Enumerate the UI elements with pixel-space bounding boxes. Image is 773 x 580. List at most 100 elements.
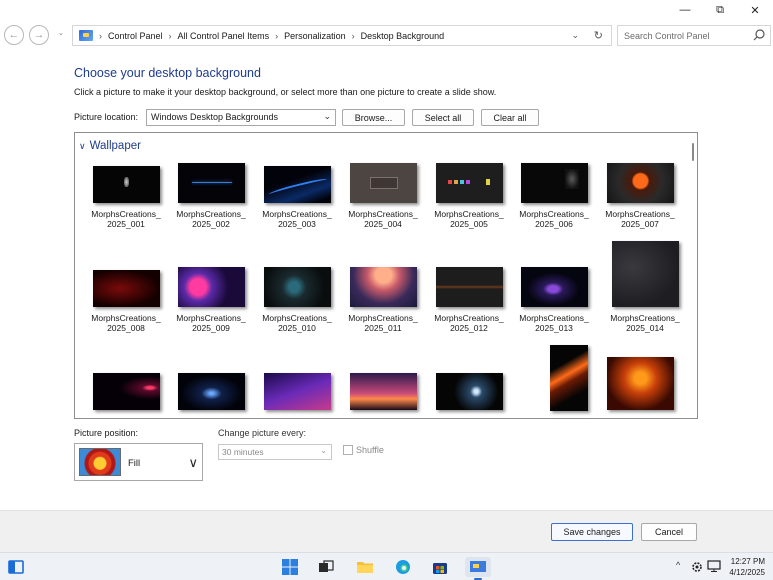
task-view-button[interactable] [316,557,336,577]
control-panel-icon [79,30,93,41]
search-icon[interactable] [752,28,766,42]
control-panel-icon [470,561,486,572]
forward-button[interactable]: → [29,25,49,45]
wallpaper-tile[interactable]: MorphsCreations_ 2025_004 [343,163,423,229]
wallpaper-thumbnail[interactable] [263,373,331,410]
wallpaper-thumbnail[interactable] [606,357,674,410]
wallpaper-caption: MorphsCreations_ 2025_008 [91,313,161,333]
scrollbar-thumb[interactable] [692,143,694,161]
taskbar: ^ 12:27 PM 4/12/2025 [0,552,773,580]
wallpaper-thumbnail[interactable] [92,166,160,203]
system-clock[interactable]: 12:27 PM 4/12/2025 [729,556,765,578]
breadcrumb-personalization[interactable]: Personalization [284,31,346,41]
widgets-button[interactable] [6,557,26,577]
wallpaper-caption: MorphsCreations_ 2025_013 [519,313,589,333]
wallpaper-tile[interactable] [171,373,251,410]
wallpaper-thumbnail[interactable] [611,241,679,307]
tray-overflow-chevron[interactable]: ^ [676,560,680,570]
breadcrumb-separator-icon[interactable]: › [275,31,278,41]
arrow-right-icon: → [33,29,45,41]
control-panel-taskbar-button[interactable] [465,557,491,580]
start-button[interactable] [280,557,300,577]
wallpaper-caption: MorphsCreations_ 2025_001 [91,209,161,229]
close-button[interactable]: ✕ [738,0,772,20]
wallpaper-tile[interactable] [429,373,509,410]
wallpaper-thumbnail[interactable] [435,163,503,203]
edge-browser-button[interactable] [393,557,413,577]
wallpaper-tile[interactable] [600,357,680,410]
shuffle-checkbox[interactable]: Shuffle [343,445,384,455]
select-all-button[interactable]: Select all [412,109,474,126]
wallpaper-caption: MorphsCreations_ 2025_012 [434,313,504,333]
breadcrumb-control-panel[interactable]: Control Panel [108,31,163,41]
cancel-button[interactable]: Cancel [641,523,697,541]
breadcrumb-separator-icon[interactable]: › [169,31,172,41]
clear-all-button[interactable]: Clear all [481,109,539,126]
wallpaper-thumbnail[interactable] [349,267,417,307]
wallpaper-tile[interactable]: MorphsCreations_ 2025_003 [257,166,337,229]
wallpaper-tile[interactable] [86,373,166,410]
file-explorer-button[interactable] [355,557,375,577]
breadcrumb-separator-icon[interactable]: › [352,31,355,41]
wallpaper-thumbnail[interactable] [520,267,588,307]
wallpaper-tile[interactable]: MorphsCreations_ 2025_014 [605,241,685,333]
group-header-wallpaper[interactable]: ∨ Wallpaper [79,140,141,152]
wallpaper-tile[interactable]: MorphsCreations_ 2025_006 [514,163,594,229]
wallpaper-caption: MorphsCreations_ 2025_004 [348,209,418,229]
address-dropdown-icon[interactable]: ⌄ [571,30,579,41]
wallpaper-thumbnail[interactable] [520,163,588,203]
wallpaper-thumbnail[interactable] [550,345,588,411]
wallpaper-tile[interactable]: MorphsCreations_ 2025_007 [600,163,680,229]
wallpaper-thumbnail[interactable] [435,373,503,410]
wallpaper-caption: MorphsCreations_ 2025_002 [176,209,246,229]
wallpaper-gallery[interactable]: ∨ Wallpaper MorphsCreations_ 2025_001 Mor… [74,132,698,419]
wallpaper-thumbnail[interactable] [435,267,503,307]
wallpaper-tile[interactable] [257,373,337,410]
breadcrumb-separator-icon[interactable]: › [99,31,102,41]
wallpaper-tile[interactable]: MorphsCreations_ 2025_011 [343,267,423,333]
change-picture-select[interactable]: 30 minutes ⌄ [218,444,332,460]
browse-button[interactable]: Browse... [342,109,405,126]
wallpaper-thumbnail[interactable] [177,373,245,410]
search-box[interactable] [617,25,771,46]
wallpaper-tile[interactable]: MorphsCreations_ 2025_001 [86,166,166,229]
save-changes-button[interactable]: Save changes [551,523,633,541]
picture-position-label: Picture position: [74,428,139,438]
picture-location-select[interactable]: Windows Desktop Backgrounds ⌄ [146,109,336,126]
wallpaper-thumbnail[interactable] [263,267,331,307]
change-picture-value: 30 minutes [222,447,264,457]
breadcrumb-all-items[interactable]: All Control Panel Items [178,31,270,41]
wallpaper-thumbnail[interactable] [177,163,245,203]
wallpaper-tile[interactable]: MorphsCreations_ 2025_010 [257,267,337,333]
chevron-down-icon: ∨ [79,140,86,151]
recent-locations-button[interactable]: ⌄ [58,29,64,37]
wallpaper-thumbnail[interactable] [349,373,417,410]
store-button[interactable] [430,557,450,577]
wallpaper-thumbnail[interactable] [92,373,160,410]
wallpaper-tile[interactable]: MorphsCreations_ 2025_008 [86,270,166,333]
wallpaper-tile[interactable]: MorphsCreations_ 2025_013 [514,267,594,333]
wallpaper-tile[interactable] [343,373,423,410]
refresh-icon[interactable]: ↻ [594,29,603,42]
wallpaper-tile[interactable]: MorphsCreations_ 2025_009 [171,267,251,333]
wallpaper-thumbnail[interactable] [606,163,674,203]
windows-logo-icon [282,559,298,575]
back-button[interactable]: ← [4,25,24,45]
wallpaper-thumbnail[interactable] [92,270,160,307]
search-input[interactable] [618,26,746,45]
wallpaper-tile[interactable]: MorphsCreations_ 2025_012 [429,267,509,333]
wallpaper-thumbnail[interactable] [263,166,331,203]
wallpaper-thumbnail[interactable] [349,163,417,203]
picture-position-select[interactable]: Fill ∨ [74,443,203,481]
breadcrumb-desktop-background[interactable]: Desktop Background [361,31,445,41]
wallpaper-tile[interactable] [529,345,609,411]
address-bar[interactable]: › Control Panel › All Control Panel Item… [72,25,612,46]
tray-settings-button[interactable] [691,561,703,575]
minimize-button[interactable]: — [668,0,702,20]
wallpaper-tile[interactable]: MorphsCreations_ 2025_002 [171,163,251,229]
maximize-button[interactable]: ⧉ [703,0,737,20]
wallpaper-thumbnail[interactable] [177,267,245,307]
wallpaper-tile[interactable]: MorphsCreations_ 2025_005 [429,163,509,229]
network-status-button[interactable] [707,560,721,574]
monitor-icon [707,560,721,572]
